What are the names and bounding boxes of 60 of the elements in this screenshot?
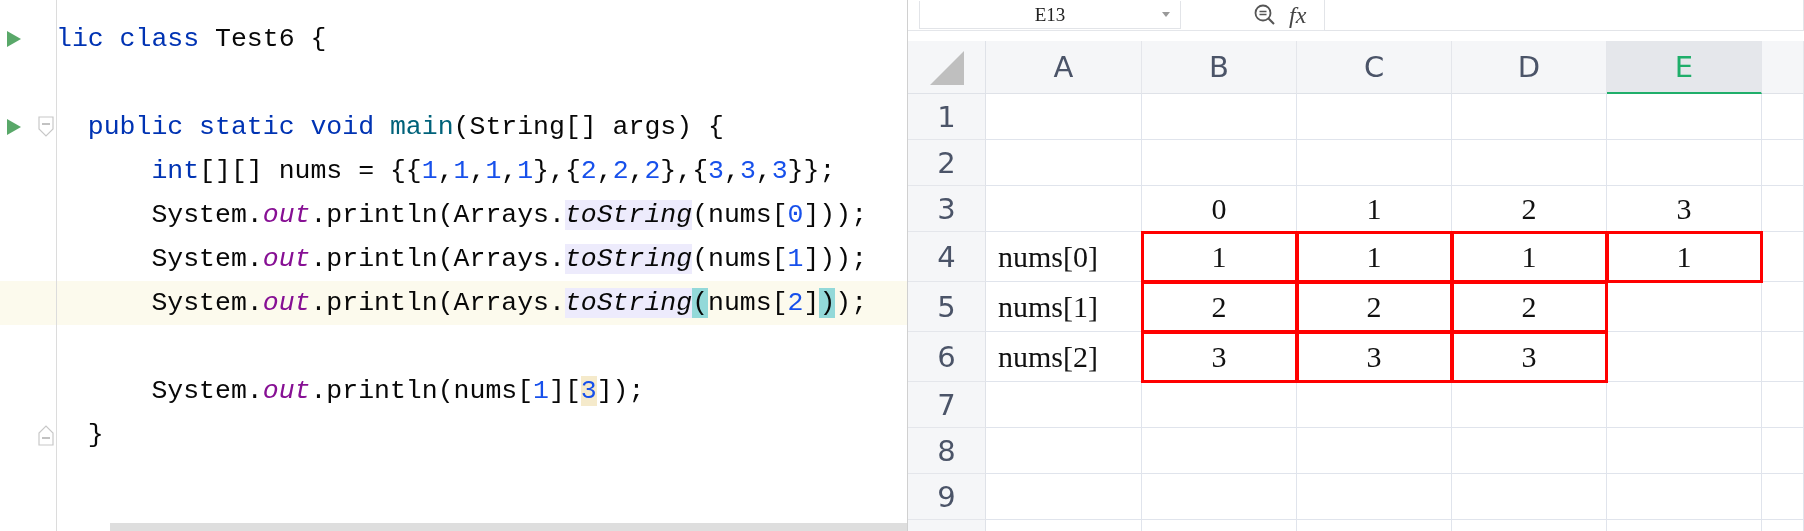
table-cell: 3 [1452,332,1607,382]
table-cell: 2 [1142,282,1297,332]
table-cell: 1 [1297,232,1452,282]
table-cell [1762,232,1804,282]
name-box[interactable]: E13 [919,1,1181,29]
select-all-corner[interactable] [908,41,986,94]
column-header[interactable]: D [1452,41,1607,94]
table-cell: 2 [1452,282,1607,332]
table-cell: 3 [1142,332,1297,382]
table-cell [1762,186,1804,232]
row-header[interactable]: 8 [908,428,986,474]
formula-field[interactable] [1324,0,1804,31]
row-header[interactable]: 1 [908,94,986,140]
code-line: System.out.println(Arrays.toString(nums[0])); [150,199,868,232]
column-header[interactable]: A [986,41,1142,94]
table-cell: 3 [1607,186,1762,232]
table-cell [1762,428,1804,474]
table-cell [1762,282,1804,332]
code-line: System.out.println(Arrays.toString(nums[1])); [150,243,868,276]
code-line: System.out.println(nums[1][3]); [150,375,645,408]
table-cell: 2 [1297,282,1452,332]
table-cell [1762,140,1804,186]
triangle-icon [929,51,964,85]
code-line: } [86,419,104,452]
fold-icon[interactable] [38,424,54,446]
fold-icon[interactable] [38,116,54,138]
row-header[interactable]: 2 [908,140,986,186]
table-cell: nums[2] [986,332,1142,382]
table-cell [1762,94,1804,140]
table-cell: 3 [1297,332,1452,382]
table-cell: 1 [1452,232,1607,282]
row-header[interactable]: 3 [908,186,986,232]
table-cell: 1 [1142,232,1297,282]
row-header[interactable]: 5 [908,282,986,332]
table-cell: nums[0] [986,232,1142,282]
table-cell: 2 [1452,186,1607,232]
code-line: lic class Test6 { [56,23,327,56]
table-cell [1762,332,1804,382]
code-line: int[][] nums = {{1,1,1,1},{2,2,2},{3,3,3}}; [150,155,836,188]
row-header[interactable]: 6 [908,332,986,382]
row-header[interactable]: 9 [908,474,986,520]
table-cell: nums[1] [986,282,1142,332]
column-header[interactable]: B [1142,41,1297,94]
zoom-icon[interactable] [1253,3,1277,27]
table-cell [1762,382,1804,428]
run-icon[interactable] [6,30,22,48]
function-label[interactable]: fx [1289,1,1307,29]
code-line: System.out.println(Arrays.toString(nums[2])); [150,287,868,320]
table-cell [1762,474,1804,520]
column-header[interactable] [1762,41,1804,94]
table-cell: 1 [1297,186,1452,232]
table-cell: 0 [1142,186,1297,232]
table-cell: 1 [1607,232,1762,282]
row-header[interactable]: 7 [908,382,986,428]
code-line: public static void main(String[] args) { [86,111,724,144]
horizontal-scrollbar[interactable] [110,523,907,531]
run-icon[interactable] [6,118,22,136]
caret-icon [1162,12,1170,17]
row-header[interactable]: 4 [908,232,986,282]
column-header[interactable]: C [1297,41,1452,94]
